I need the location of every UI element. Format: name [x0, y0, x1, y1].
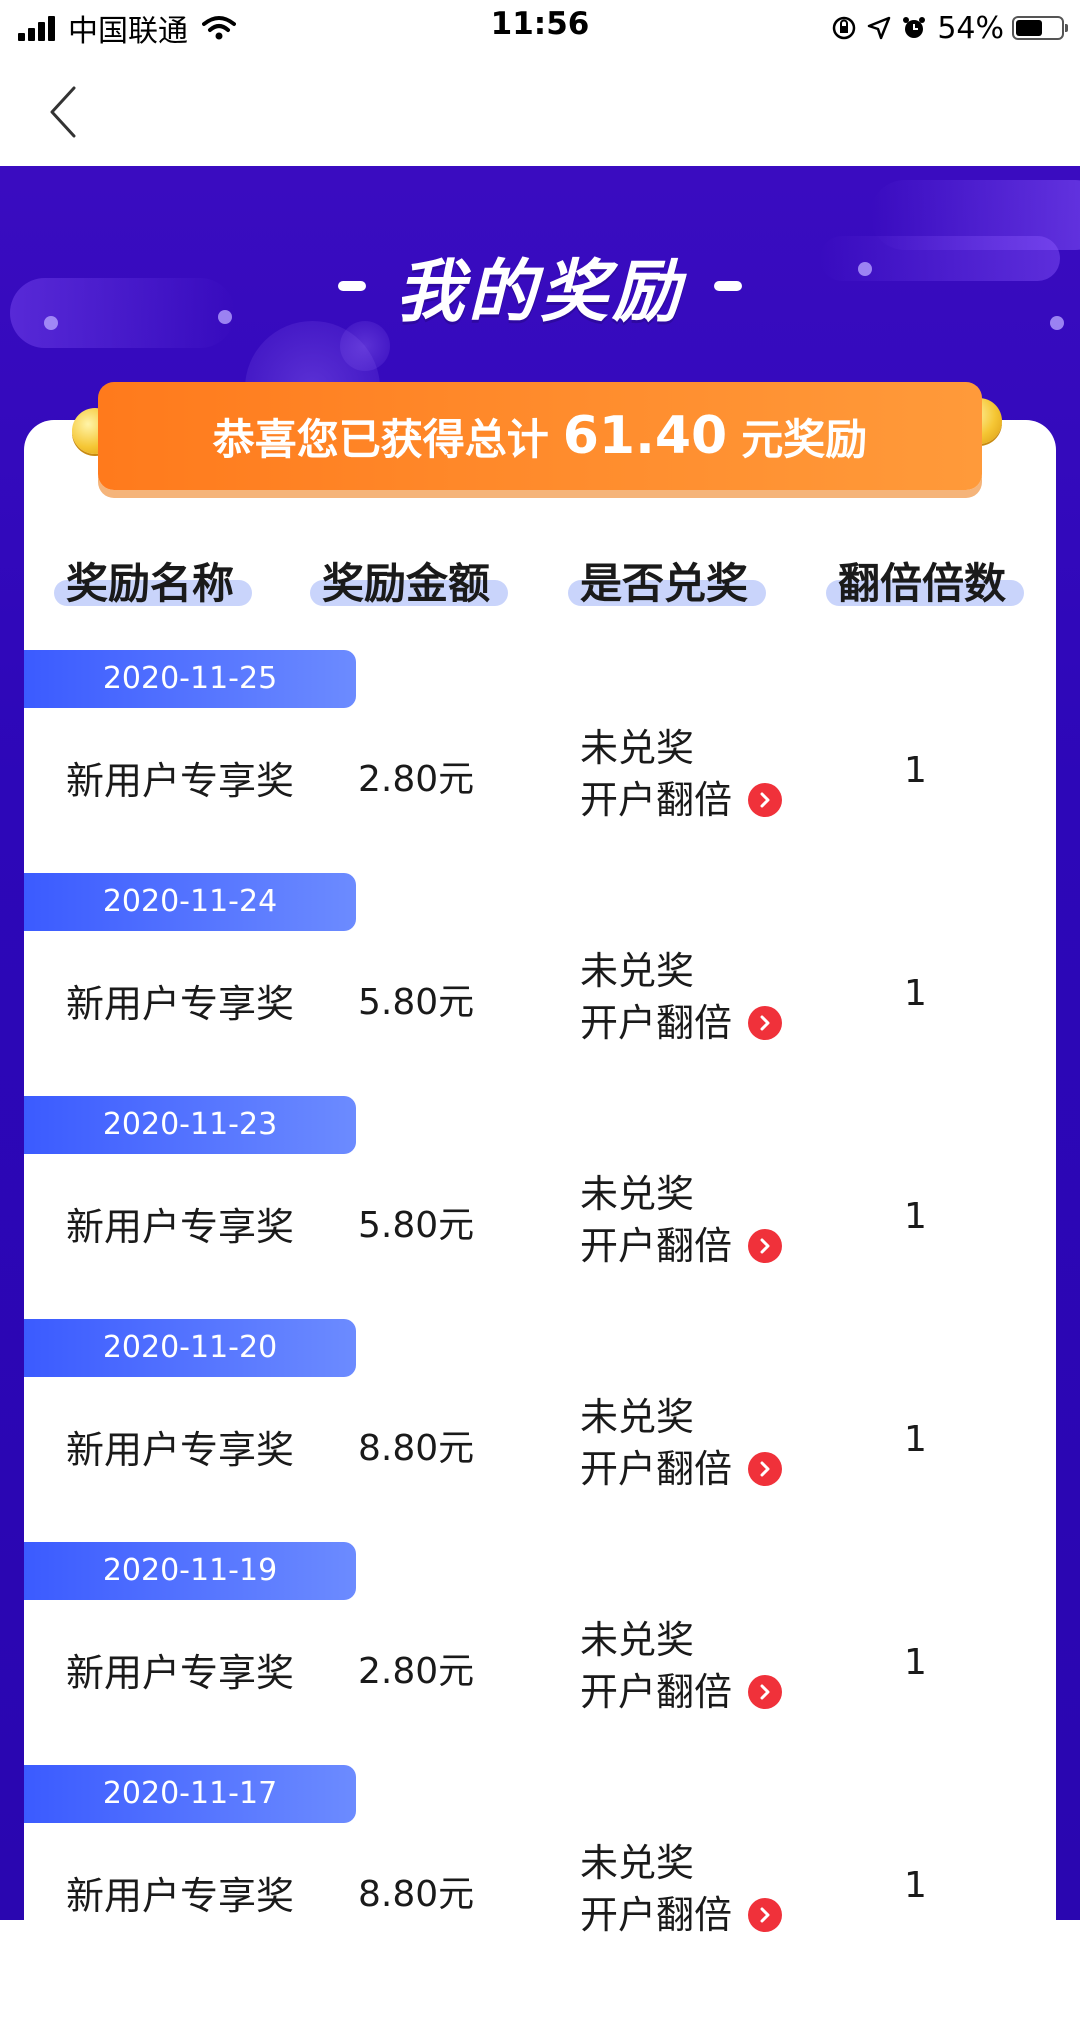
- column-header-amount: 奖励金额: [321, 559, 490, 608]
- reward-name: 新用户专享奖: [66, 1651, 295, 1695]
- redeem-status-cell: 未兑奖 开户翻倍: [580, 1837, 783, 1941]
- reward-amount: 8.80元: [358, 1874, 475, 1915]
- status-bar: 中国联通 11:56 54%: [0, 0, 1080, 56]
- double-reward-label: 开户翻倍: [580, 1893, 733, 1937]
- record-date: 2020-11-23: [24, 1096, 356, 1154]
- reward-name: 新用户专享奖: [66, 1874, 295, 1918]
- column-header-redeemed: 是否兑奖: [579, 559, 748, 608]
- record-date: 2020-11-20: [24, 1319, 356, 1377]
- record-date: 2020-11-25: [24, 650, 356, 708]
- column-header-name: 奖励名称: [65, 559, 234, 608]
- status-right: 54%: [831, 6, 1068, 50]
- record-date: 2020-11-17: [24, 1765, 356, 1823]
- redeem-status: 未兑奖: [580, 1395, 695, 1439]
- chevron-left-icon: [50, 86, 76, 138]
- redeem-status: 未兑奖: [580, 1618, 695, 1662]
- redeem-status-cell: 未兑奖 开户翻倍: [580, 1168, 783, 1272]
- double-reward-link[interactable]: 开户翻倍: [580, 1443, 783, 1495]
- banner-suffix: 元奖励: [741, 414, 868, 464]
- reward-name: 新用户专享奖: [66, 1428, 295, 1472]
- double-reward-link[interactable]: 开户翻倍: [580, 1666, 783, 1718]
- chevron-right-icon: [748, 1898, 783, 1932]
- reward-multiplier: 1: [904, 973, 927, 1014]
- double-reward-label: 开户翻倍: [580, 1670, 733, 1714]
- table-row: 2020-11-24 新用户专享奖 5.80元 未兑奖 开户翻倍 1: [24, 873, 1056, 1096]
- hero-title-wrap: 我的奖励: [0, 236, 1080, 335]
- table-row: 2020-11-17 新用户专享奖 8.80元 未兑奖 开户翻倍 1: [24, 1765, 1056, 1988]
- rotation-lock-icon: [831, 15, 857, 41]
- double-reward-link[interactable]: 开户翻倍: [580, 1889, 783, 1941]
- redeem-status-cell: 未兑奖 开户翻倍: [580, 722, 783, 826]
- redeem-status-cell: 未兑奖 开户翻倍: [580, 945, 783, 1049]
- total-reward-banner: 恭喜您已获得总计 61.40 元奖励: [98, 382, 982, 490]
- redeem-status-cell: 未兑奖 开户翻倍: [580, 1391, 783, 1495]
- reward-amount: 2.80元: [358, 1651, 475, 1692]
- reward-amount: 8.80元: [358, 1428, 475, 1469]
- double-reward-link[interactable]: 开户翻倍: [580, 1220, 783, 1272]
- double-reward-label: 开户翻倍: [580, 1001, 733, 1045]
- double-reward-link[interactable]: 开户翻倍: [580, 997, 783, 1049]
- reward-multiplier: 1: [904, 750, 927, 791]
- table-row: 2020-11-19 新用户专享奖 2.80元 未兑奖 开户翻倍 1: [24, 1542, 1056, 1765]
- chevron-right-icon: [748, 1229, 783, 1263]
- double-reward-label: 开户翻倍: [580, 1224, 733, 1268]
- chevron-right-icon: [748, 783, 783, 817]
- chevron-right-icon: [748, 1452, 783, 1486]
- table-header: 奖励名称 奖励金额 是否兑奖 翻倍倍数: [24, 540, 1056, 630]
- chevron-right-icon: [748, 1006, 783, 1040]
- double-reward-label: 开户翻倍: [580, 778, 733, 822]
- battery-percent: 54%: [937, 10, 1004, 46]
- redeem-status: 未兑奖: [580, 1172, 695, 1216]
- table-row: 2020-11-20 新用户专享奖 8.80元 未兑奖 开户翻倍 1: [24, 1319, 1056, 1542]
- reward-name: 新用户专享奖: [66, 1205, 295, 1249]
- reward-multiplier: 1: [904, 1196, 927, 1237]
- reward-name: 新用户专享奖: [66, 759, 295, 803]
- title-dash: [337, 280, 366, 291]
- column-header-multiplier: 翻倍倍数: [837, 559, 1006, 608]
- back-button[interactable]: [40, 82, 90, 142]
- page-title: 我的奖励: [395, 253, 684, 332]
- location-icon: [867, 16, 891, 40]
- double-reward-link[interactable]: 开户翻倍: [580, 774, 783, 826]
- redeem-status: 未兑奖: [580, 949, 695, 993]
- reward-amount: 5.80元: [358, 1205, 475, 1246]
- redeem-status: 未兑奖: [580, 726, 695, 770]
- record-date: 2020-11-24: [24, 873, 356, 931]
- reward-amount: 5.80元: [358, 982, 475, 1023]
- title-dash: [714, 280, 742, 291]
- nav-bar: [0, 56, 1080, 166]
- table-row: 2020-11-25 新用户专享奖 2.80元 未兑奖 开户翻倍 1: [24, 650, 1056, 873]
- alarm-icon: [901, 15, 927, 41]
- reward-multiplier: 1: [904, 1419, 927, 1460]
- redeem-status-cell: 未兑奖 开户翻倍: [580, 1614, 783, 1718]
- double-reward-label: 开户翻倍: [580, 1447, 733, 1491]
- total-reward-amount: 61.40: [562, 406, 728, 466]
- reward-multiplier: 1: [904, 1642, 927, 1683]
- reward-amount: 2.80元: [358, 759, 475, 800]
- table-row: 2020-11-23 新用户专享奖 5.80元 未兑奖 开户翻倍 1: [24, 1096, 1056, 1319]
- record-date: 2020-11-19: [24, 1542, 356, 1600]
- reward-name: 新用户专享奖: [66, 982, 295, 1026]
- chevron-right-icon: [748, 1675, 783, 1709]
- banner-prefix: 恭喜您已获得总计: [212, 414, 549, 464]
- redeem-status: 未兑奖: [580, 1841, 695, 1885]
- reward-records: 2020-11-25 新用户专享奖 2.80元 未兑奖 开户翻倍 1 2020-…: [24, 650, 1056, 1988]
- reward-multiplier: 1: [904, 1865, 927, 1906]
- battery-icon: [1012, 16, 1068, 40]
